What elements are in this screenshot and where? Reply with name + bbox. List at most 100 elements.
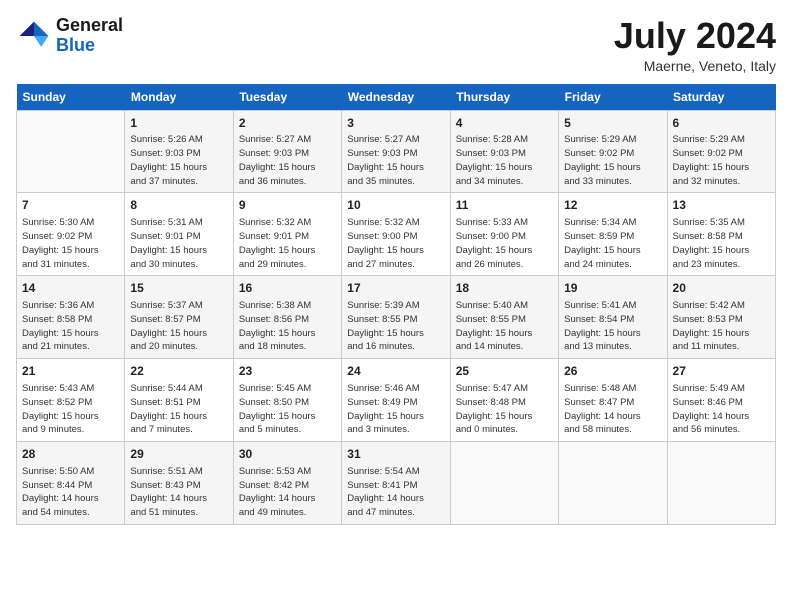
- calendar-cell: 29Sunrise: 5:51 AM Sunset: 8:43 PM Dayli…: [125, 442, 233, 525]
- day-number: 13: [673, 197, 770, 214]
- day-info: Sunrise: 5:36 AM Sunset: 8:58 PM Dayligh…: [22, 299, 119, 354]
- calendar-cell: 15 Sunrise: 5:37 AM Sunset: 8:57 PM Dayli…: [125, 276, 233, 359]
- day-info: Sunrise: 5:31 AM Sunset: 9:01 PM Dayligh…: [130, 216, 227, 271]
- day-number: 1: [130, 115, 227, 132]
- day-number: 17: [347, 280, 444, 297]
- day-info: Sunrise: 5:28 AM Sunset: 9:03 PM Dayligh…: [456, 133, 553, 188]
- calendar-cell: [559, 442, 667, 525]
- calendar-cell: 10 Sunrise: 5:32 AM Sunset: 9:00 PM Dayli…: [342, 193, 450, 276]
- day-info: Sunrise: 5:32 AM Sunset: 9:01 PM Dayligh…: [239, 216, 336, 271]
- day-number: 2: [239, 115, 336, 132]
- day-number: 30: [239, 446, 336, 463]
- calendar-cell: 31Sunrise: 5:54 AM Sunset: 8:41 PM Dayli…: [342, 442, 450, 525]
- day-info: Sunrise: 5:51 AM Sunset: 8:43 PM Dayligh…: [130, 465, 227, 520]
- day-info: Sunrise: 5:44 AM Sunset: 8:51 PM Dayligh…: [130, 382, 227, 437]
- calendar-cell: 8Sunrise: 5:31 AM Sunset: 9:01 PM Daylig…: [125, 193, 233, 276]
- day-number: 15: [130, 280, 227, 297]
- day-info: Sunrise: 5:49 AM Sunset: 8:46 PM Dayligh…: [673, 382, 770, 437]
- day-info: Sunrise: 5:32 AM Sunset: 9:00 PM Dayligh…: [347, 216, 444, 271]
- calendar-cell: 9 Sunrise: 5:32 AM Sunset: 9:01 PM Daylig…: [233, 193, 341, 276]
- calendar-cell: 23 Sunrise: 5:45 AM Sunset: 8:50 PM Dayli…: [233, 359, 341, 442]
- day-info: Sunrise: 5:53 AM Sunset: 8:42 PM Dayligh…: [239, 465, 336, 520]
- calendar-week-3: 14 Sunrise: 5:36 AM Sunset: 8:58 PM Dayli…: [17, 276, 776, 359]
- calendar-body: 1Sunrise: 5:26 AM Sunset: 9:03 PM Daylig…: [17, 110, 776, 524]
- day-info: Sunrise: 5:54 AM Sunset: 8:41 PM Dayligh…: [347, 465, 444, 520]
- day-number: 27: [673, 363, 770, 380]
- weekday-header-tuesday: Tuesday: [233, 84, 341, 111]
- day-number: 9: [239, 197, 336, 214]
- day-number: 19: [564, 280, 661, 297]
- day-info: Sunrise: 5:41 AM Sunset: 8:54 PM Dayligh…: [564, 299, 661, 354]
- calendar-cell: 16Sunrise: 5:38 AM Sunset: 8:56 PM Dayli…: [233, 276, 341, 359]
- calendar-cell: 28 Sunrise: 5:50 AM Sunset: 8:44 PM Dayli…: [17, 442, 125, 525]
- calendar-cell: 13 Sunrise: 5:35 AM Sunset: 8:58 PM Dayli…: [667, 193, 775, 276]
- day-number: 7: [22, 197, 119, 214]
- calendar-table: SundayMondayTuesdayWednesdayThursdayFrid…: [16, 84, 776, 525]
- location: Maerne, Veneto, Italy: [614, 58, 776, 74]
- calendar-cell: 11 Sunrise: 5:33 AM Sunset: 9:00 PM Dayli…: [450, 193, 558, 276]
- day-number: 24: [347, 363, 444, 380]
- calendar-cell: 17Sunrise: 5:39 AM Sunset: 8:55 PM Dayli…: [342, 276, 450, 359]
- calendar-cell: 25 Sunrise: 5:47 AM Sunset: 8:48 PM Dayli…: [450, 359, 558, 442]
- month-year: July 2024: [614, 16, 776, 56]
- calendar-cell: 30 Sunrise: 5:53 AM Sunset: 8:42 PM Dayli…: [233, 442, 341, 525]
- calendar-cell: 7 Sunrise: 5:30 AM Sunset: 9:02 PM Daylig…: [17, 193, 125, 276]
- logo-icon: [16, 18, 52, 54]
- day-info: Sunrise: 5:47 AM Sunset: 8:48 PM Dayligh…: [456, 382, 553, 437]
- calendar-cell: 1Sunrise: 5:26 AM Sunset: 9:03 PM Daylig…: [125, 110, 233, 193]
- day-number: 23: [239, 363, 336, 380]
- day-info: Sunrise: 5:29 AM Sunset: 9:02 PM Dayligh…: [564, 133, 661, 188]
- day-info: Sunrise: 5:33 AM Sunset: 9:00 PM Dayligh…: [456, 216, 553, 271]
- day-info: Sunrise: 5:48 AM Sunset: 8:47 PM Dayligh…: [564, 382, 661, 437]
- calendar-week-1: 1Sunrise: 5:26 AM Sunset: 9:03 PM Daylig…: [17, 110, 776, 193]
- calendar-cell: 2Sunrise: 5:27 AM Sunset: 9:03 PM Daylig…: [233, 110, 341, 193]
- weekday-header-monday: Monday: [125, 84, 233, 111]
- calendar-cell: 12 Sunrise: 5:34 AM Sunset: 8:59 PM Dayli…: [559, 193, 667, 276]
- calendar-week-2: 7 Sunrise: 5:30 AM Sunset: 9:02 PM Daylig…: [17, 193, 776, 276]
- day-number: 18: [456, 280, 553, 297]
- day-info: Sunrise: 5:29 AM Sunset: 9:02 PM Dayligh…: [673, 133, 770, 188]
- calendar-cell: 18 Sunrise: 5:40 AM Sunset: 8:55 PM Dayli…: [450, 276, 558, 359]
- day-info: Sunrise: 5:30 AM Sunset: 9:02 PM Dayligh…: [22, 216, 119, 271]
- day-info: Sunrise: 5:34 AM Sunset: 8:59 PM Dayligh…: [564, 216, 661, 271]
- day-number: 14: [22, 280, 119, 297]
- calendar-cell: 5Sunrise: 5:29 AM Sunset: 9:02 PM Daylig…: [559, 110, 667, 193]
- day-info: Sunrise: 5:42 AM Sunset: 8:53 PM Dayligh…: [673, 299, 770, 354]
- calendar-cell: [450, 442, 558, 525]
- day-number: 11: [456, 197, 553, 214]
- day-info: Sunrise: 5:50 AM Sunset: 8:44 PM Dayligh…: [22, 465, 119, 520]
- day-info: Sunrise: 5:27 AM Sunset: 9:03 PM Dayligh…: [347, 133, 444, 188]
- logo: General Blue: [16, 16, 123, 56]
- day-number: 25: [456, 363, 553, 380]
- calendar-week-4: 21Sunrise: 5:43 AM Sunset: 8:52 PM Dayli…: [17, 359, 776, 442]
- calendar-cell: 6Sunrise: 5:29 AM Sunset: 9:02 PM Daylig…: [667, 110, 775, 193]
- calendar-cell: 27 Sunrise: 5:49 AM Sunset: 8:46 PM Dayli…: [667, 359, 775, 442]
- calendar-cell: [667, 442, 775, 525]
- day-info: Sunrise: 5:37 AM Sunset: 8:57 PM Dayligh…: [130, 299, 227, 354]
- day-number: 16: [239, 280, 336, 297]
- day-number: 28: [22, 446, 119, 463]
- weekday-header-friday: Friday: [559, 84, 667, 111]
- day-number: 4: [456, 115, 553, 132]
- day-number: 26: [564, 363, 661, 380]
- calendar-cell: 4Sunrise: 5:28 AM Sunset: 9:03 PM Daylig…: [450, 110, 558, 193]
- weekday-header-sunday: Sunday: [17, 84, 125, 111]
- day-info: Sunrise: 5:45 AM Sunset: 8:50 PM Dayligh…: [239, 382, 336, 437]
- day-number: 10: [347, 197, 444, 214]
- calendar-cell: 3Sunrise: 5:27 AM Sunset: 9:03 PM Daylig…: [342, 110, 450, 193]
- day-number: 3: [347, 115, 444, 132]
- day-number: 22: [130, 363, 227, 380]
- calendar-cell: 14 Sunrise: 5:36 AM Sunset: 8:58 PM Dayli…: [17, 276, 125, 359]
- day-number: 12: [564, 197, 661, 214]
- day-number: 21: [22, 363, 119, 380]
- day-info: Sunrise: 5:26 AM Sunset: 9:03 PM Dayligh…: [130, 133, 227, 188]
- calendar-cell: [17, 110, 125, 193]
- calendar-cell: 20Sunrise: 5:42 AM Sunset: 8:53 PM Dayli…: [667, 276, 775, 359]
- day-info: Sunrise: 5:35 AM Sunset: 8:58 PM Dayligh…: [673, 216, 770, 271]
- weekday-header-saturday: Saturday: [667, 84, 775, 111]
- day-number: 6: [673, 115, 770, 132]
- logo-text: General Blue: [56, 16, 123, 56]
- day-info: Sunrise: 5:40 AM Sunset: 8:55 PM Dayligh…: [456, 299, 553, 354]
- day-number: 5: [564, 115, 661, 132]
- page-header: General Blue July 2024 Maerne, Veneto, I…: [16, 16, 776, 74]
